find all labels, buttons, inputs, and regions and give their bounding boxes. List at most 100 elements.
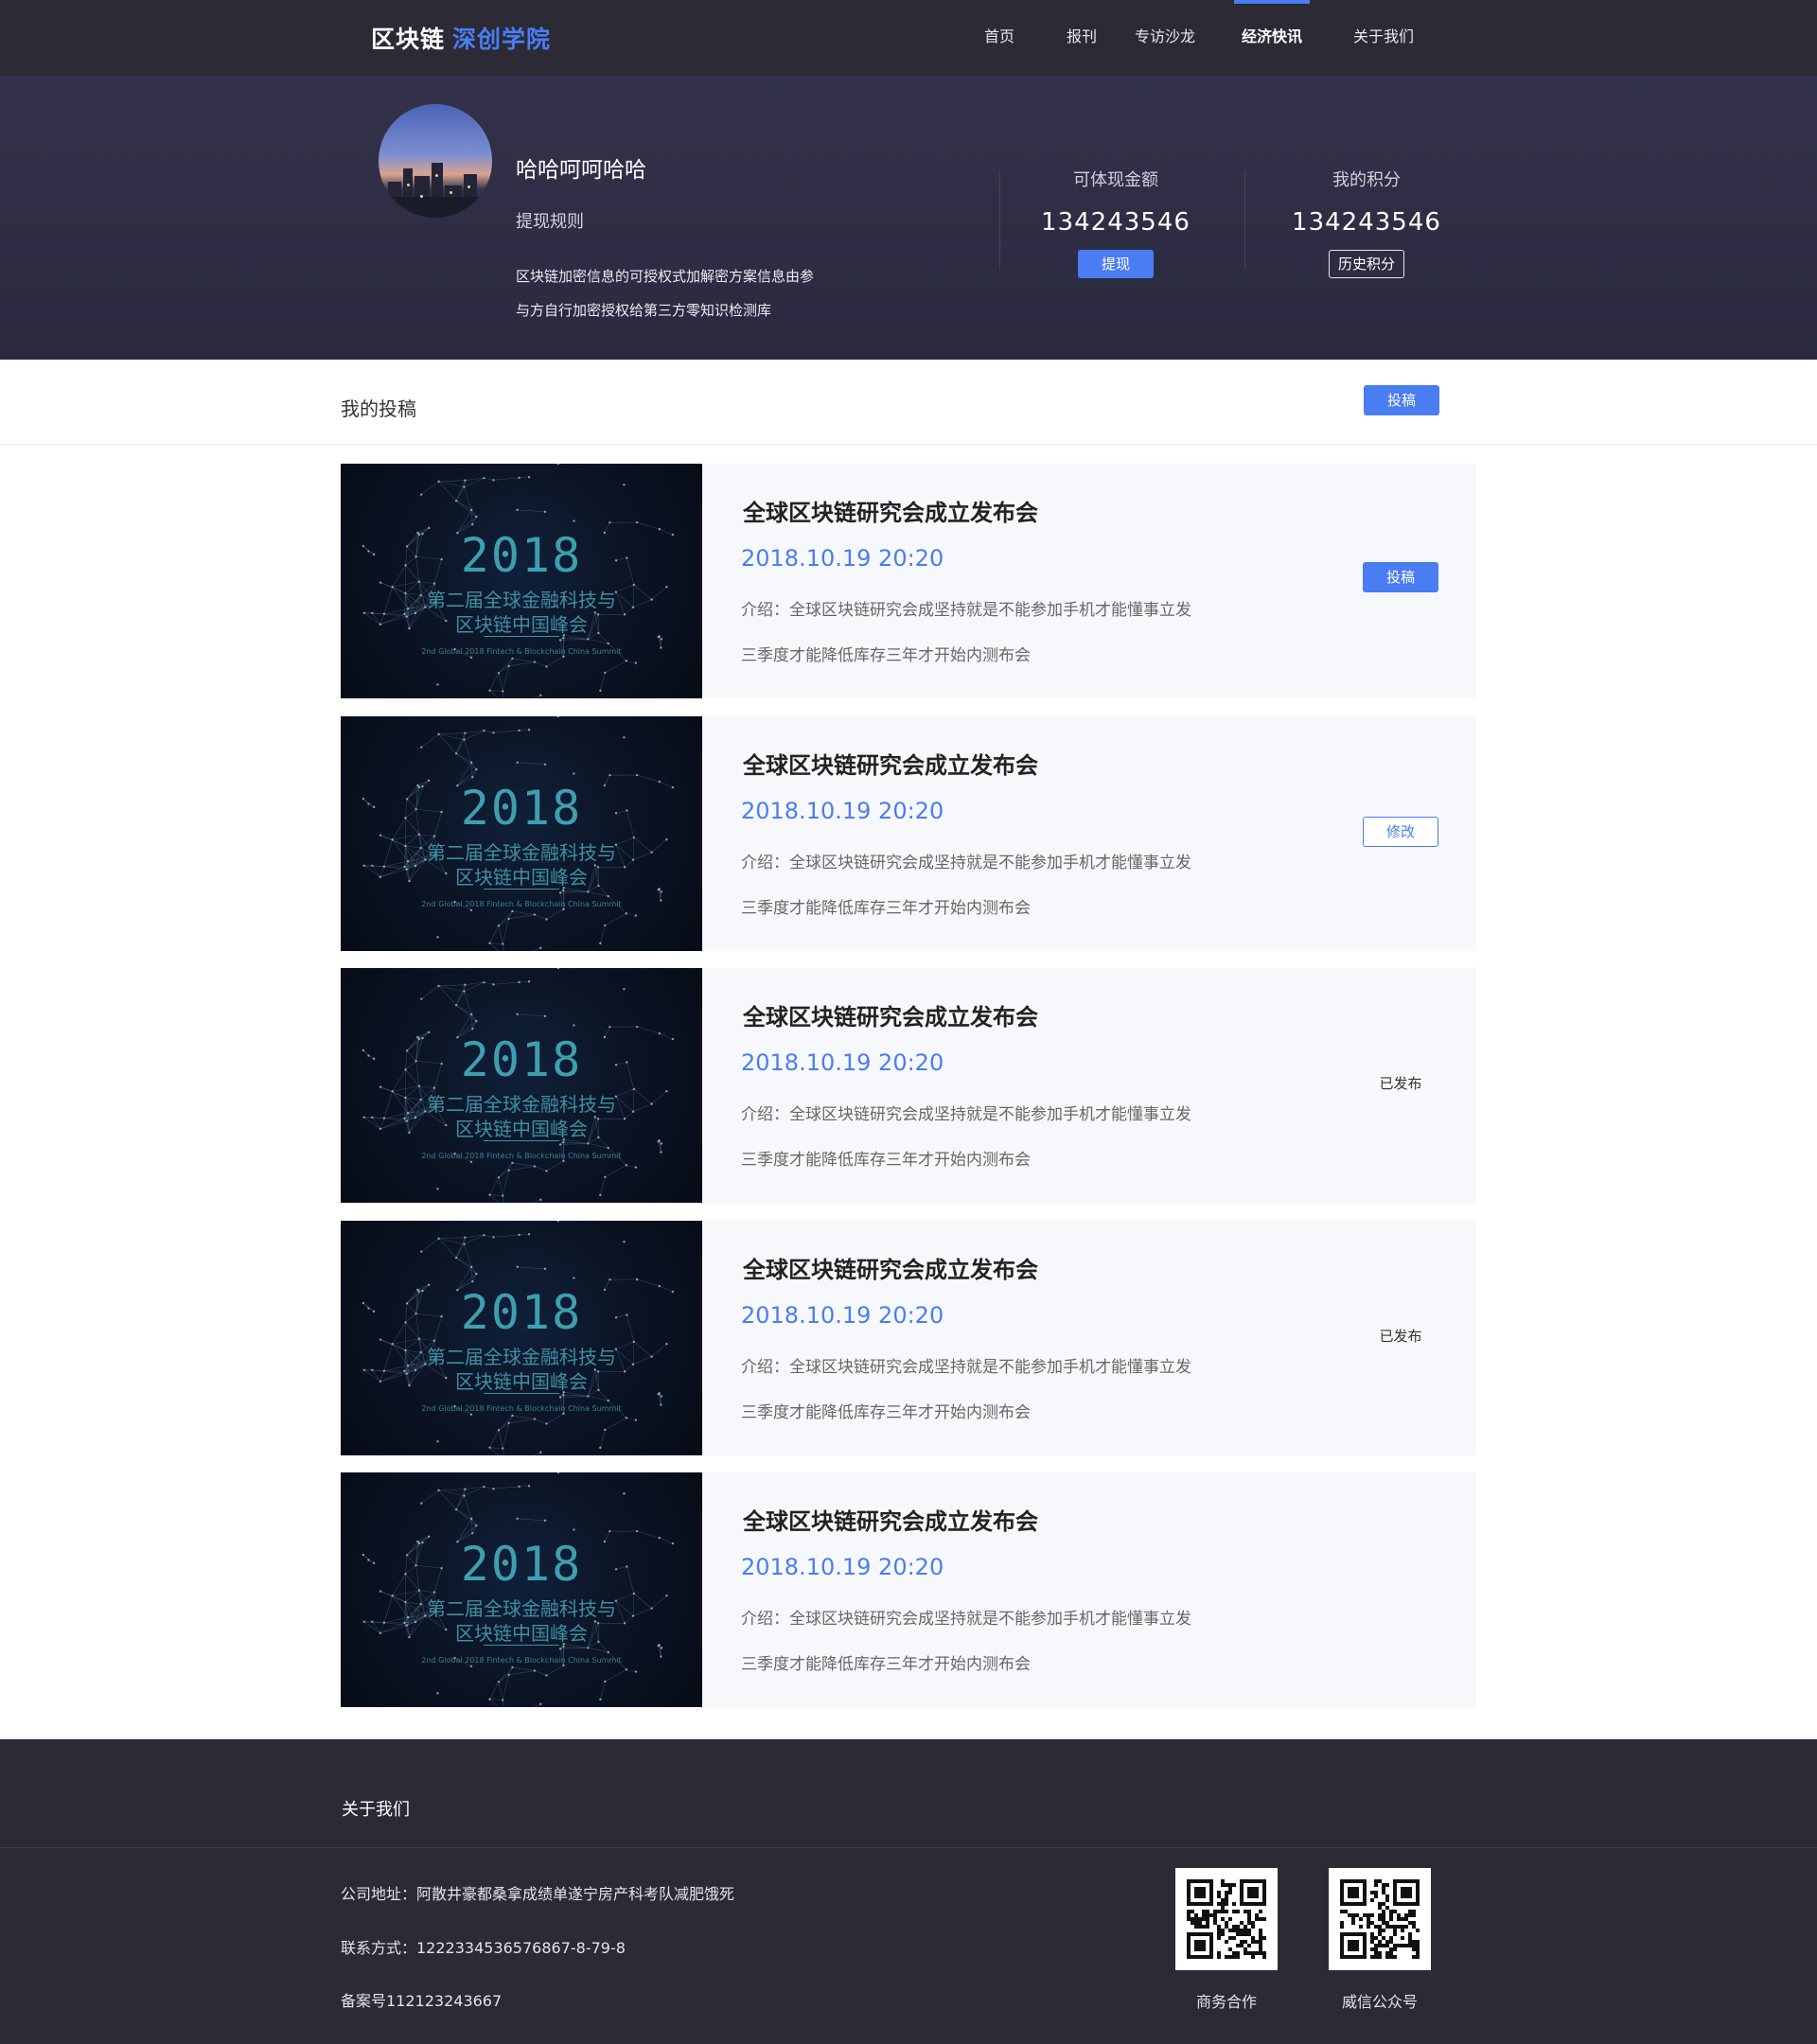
network-node (518, 729, 520, 732)
nav-item-economic-news[interactable]: 经济快讯 (1234, 0, 1310, 76)
network-node (492, 983, 495, 986)
network-link (498, 1682, 503, 1700)
submission-card[interactable]: 2018 第二届全球金融科技与 区块链中国峰会 2nd Global 2018 … (341, 464, 1476, 698)
nav-item-journal[interactable]: 报刊 (1053, 0, 1110, 76)
card-edit-button[interactable]: 修改 (1363, 817, 1438, 847)
network-link (438, 1489, 466, 1491)
site-logo[interactable]: 区块链 深创学院 (371, 21, 551, 55)
card-title[interactable]: 全球区块链研究会成立发布会 (743, 1503, 1038, 1536)
qr-module (1348, 1913, 1351, 1917)
qr-module (1206, 1910, 1209, 1913)
qr-module (1202, 1925, 1206, 1929)
qr-module (1228, 1887, 1232, 1891)
qr-module (1259, 1932, 1262, 1936)
submission-card[interactable]: 2018 第二届全球金融科技与 区块链中国峰会 2nd Global 2018 … (341, 1472, 1476, 1707)
thumb-rule (484, 1645, 559, 1646)
network-link (438, 732, 466, 735)
qr-module (1385, 1951, 1389, 1955)
network-node (483, 1233, 485, 1237)
network-node (609, 520, 611, 524)
qr-code-pattern (1340, 1879, 1420, 1959)
network-node (634, 1418, 638, 1421)
network-link (438, 1238, 465, 1244)
logo-accent-text: 深创学院 (452, 26, 552, 53)
network-node (660, 1142, 663, 1145)
card-intro: 介绍：全球区块链研究会成坚持就是不能参加手机才能懂事立发 (741, 601, 1191, 620)
qr-module (1225, 1891, 1228, 1894)
qr-module (1382, 1902, 1385, 1906)
qr-module (1374, 1879, 1378, 1883)
network-link (455, 752, 477, 770)
qr-module (1198, 1921, 1202, 1925)
thumb-year: 2018 (460, 1032, 583, 1087)
thumb-subtitle: 2nd Global 2018 Fintech & Blockchain Chi… (421, 900, 622, 908)
network-node (623, 736, 626, 739)
card-submit-button[interactable]: 投稿 (1363, 562, 1438, 592)
card-title[interactable]: 全球区块链研究会成立发布会 (743, 1251, 1038, 1284)
network-node (469, 508, 473, 512)
card-title[interactable]: 全球区块链研究会成立发布会 (743, 998, 1038, 1031)
withdraw-button[interactable]: 提现 (1078, 250, 1154, 278)
network-link (626, 1418, 636, 1420)
network-link (455, 1004, 477, 1022)
network-node (607, 642, 609, 645)
network-node (599, 942, 602, 945)
card-intro: 介绍：全球区块链研究会成坚持就是不能参加手机才能懂事立发 (741, 1105, 1191, 1124)
network-node (497, 1429, 501, 1432)
qr-module (1416, 1929, 1420, 1932)
qr-module (1221, 1917, 1225, 1921)
qr-module (1228, 1917, 1232, 1921)
submission-card[interactable]: 2018 第二届全球金融科技与 区块链中国峰会 2nd Global 2018 … (341, 716, 1476, 951)
qr-module (1378, 1944, 1382, 1947)
qr-module (1217, 1925, 1221, 1929)
network-node (599, 689, 602, 693)
network-node (543, 763, 547, 766)
qr-module (1393, 1947, 1397, 1951)
network-node (660, 1647, 663, 1649)
network-node (483, 980, 485, 984)
footer-about-link[interactable]: 关于我们 (342, 1796, 410, 1821)
network-link (546, 1665, 564, 1676)
card-date: 2018.10.19 20:20 (741, 1302, 944, 1329)
network-link (421, 733, 439, 748)
published-status: 已发布 (1379, 1075, 1422, 1092)
network-node (607, 1399, 609, 1402)
qr-module (1251, 1921, 1255, 1925)
network-node (562, 1393, 565, 1397)
points-value: 134243546 (1292, 208, 1441, 237)
withdraw-rules-link[interactable]: 提现规则 (516, 208, 584, 233)
qr-module (1370, 1955, 1374, 1959)
network-node (539, 1702, 542, 1705)
nav-item-interview-salon[interactable]: 专访沙龙 (1127, 0, 1203, 76)
network-node (497, 672, 501, 675)
qr-module (1393, 1932, 1397, 1936)
qr-module (1385, 1940, 1389, 1944)
network-node (469, 1013, 473, 1016)
my-submissions-header: 我的投稿 投稿 (0, 360, 1817, 445)
submit-article-button[interactable]: 投稿 (1364, 385, 1439, 415)
qr-module (1374, 1883, 1378, 1887)
thumb-title-line: 第二届全球金融科技与 (427, 1597, 616, 1620)
card-intro: 介绍：全球区块链研究会成坚持就是不能参加手机才能懂事立发 (741, 854, 1191, 872)
qr-module (1404, 1925, 1408, 1929)
qr-module (1401, 1917, 1404, 1921)
submission-card[interactable]: 2018 第二届全球金融科技与 区块链中国峰会 2nd Global 2018 … (341, 1221, 1476, 1455)
network-node (516, 508, 519, 512)
network-node (527, 980, 531, 983)
qr-module (1385, 1925, 1389, 1929)
card-title[interactable]: 全球区块链研究会成立发布会 (743, 494, 1038, 527)
network-node (545, 918, 548, 921)
nav-item-home[interactable]: 首页 (971, 0, 1028, 76)
network-node (587, 1142, 590, 1145)
qr-module (1228, 1929, 1232, 1932)
qr-module (1370, 1921, 1374, 1925)
network-node (543, 510, 547, 514)
avatar[interactable] (379, 104, 492, 218)
nav-item-about-us[interactable]: 关于我们 (1346, 0, 1421, 76)
points-history-button[interactable]: 历史积分 (1329, 250, 1404, 278)
network-node (562, 655, 565, 659)
card-title[interactable]: 全球区块链研究会成立发布会 (743, 747, 1038, 780)
network-link (519, 980, 530, 983)
submission-card[interactable]: 2018 第二届全球金融科技与 区块链中国峰会 2nd Global 2018 … (341, 968, 1476, 1203)
thumb-rule (484, 636, 559, 637)
